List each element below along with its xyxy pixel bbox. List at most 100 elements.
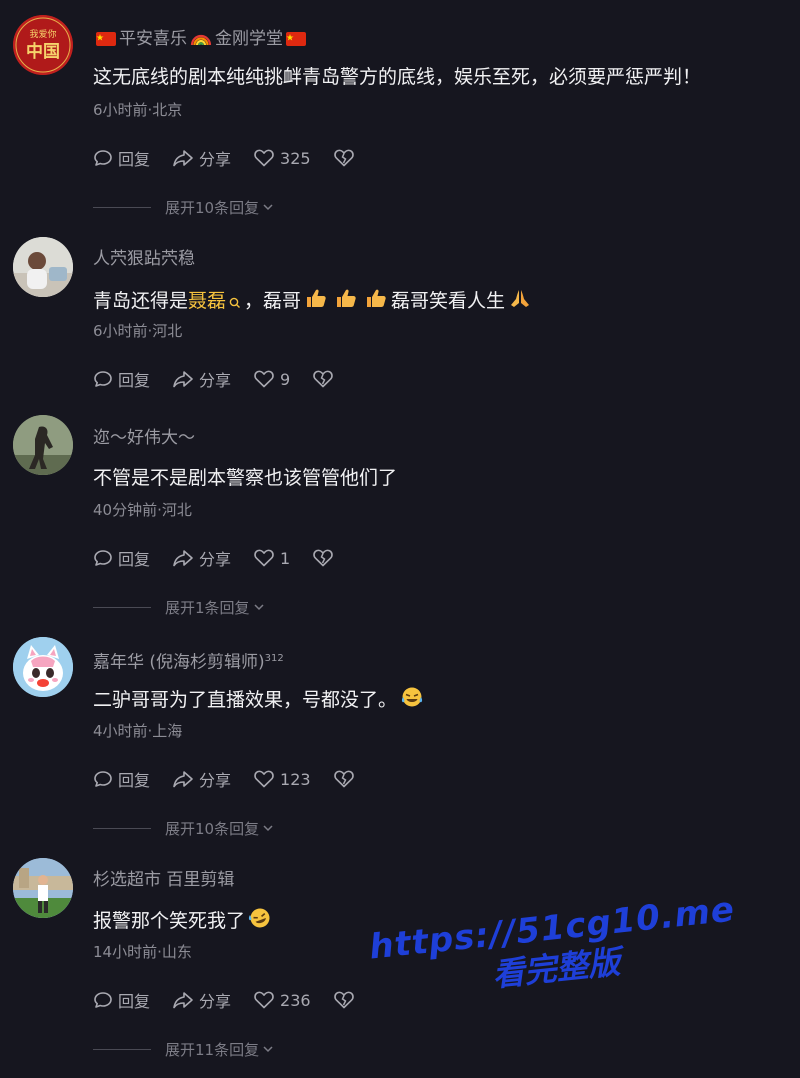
share-button[interactable]: 分享 bbox=[172, 988, 231, 1012]
share-button[interactable]: 分享 bbox=[172, 546, 231, 570]
divider bbox=[93, 1048, 151, 1050]
like-count: 123 bbox=[280, 769, 311, 789]
expand-label: 展开10条回复 bbox=[165, 198, 260, 217]
china-flag-icon bbox=[286, 30, 306, 52]
thumbs-up-icon bbox=[304, 287, 328, 316]
share-icon bbox=[173, 771, 193, 788]
svg-text:中国: 中国 bbox=[26, 41, 60, 62]
avatar-image bbox=[13, 858, 73, 918]
comment-text-part: 报警那个笑死我了 bbox=[93, 910, 246, 932]
avatar[interactable] bbox=[13, 415, 73, 475]
china-flag-icon bbox=[96, 30, 116, 52]
heart-icon bbox=[254, 149, 274, 167]
comment-meta: 6小时前·北京 bbox=[93, 101, 183, 119]
share-button[interactable]: 分享 bbox=[172, 146, 231, 170]
author-name-part: 平安喜乐 bbox=[119, 29, 187, 49]
avatar[interactable] bbox=[13, 237, 73, 297]
comment-meta: 4小时前·上海 bbox=[93, 722, 183, 740]
like-count: 1 bbox=[280, 548, 291, 568]
expand-replies[interactable]: 展开11条回复 bbox=[93, 1039, 275, 1059]
chevron-down-icon bbox=[254, 604, 264, 611]
reply-icon bbox=[94, 771, 112, 787]
thumbs-up-icon bbox=[364, 287, 388, 316]
reply-button[interactable]: 回复 bbox=[93, 546, 150, 570]
share-icon bbox=[173, 992, 193, 1009]
comment-text: 不管是不是剧本警察也该管管他们了 bbox=[93, 467, 398, 489]
share-button[interactable]: 分享 bbox=[172, 767, 231, 791]
svg-text:我爱你: 我爱你 bbox=[29, 28, 56, 40]
avatar[interactable] bbox=[13, 858, 73, 918]
comment-meta: 40分钟前·河北 bbox=[93, 501, 192, 519]
broken-heart-icon bbox=[333, 149, 354, 167]
expand-replies[interactable]: 展开10条回复 bbox=[93, 197, 275, 217]
reply-button[interactable]: 回复 bbox=[93, 767, 150, 791]
like-count: 9 bbox=[280, 369, 291, 389]
comment-text-part: 二驴哥哥为了直播效果，号都没了。 bbox=[93, 689, 398, 711]
reply-label: 回复 bbox=[118, 992, 151, 1011]
dislike-button[interactable] bbox=[312, 369, 339, 389]
reply-icon bbox=[94, 992, 112, 1008]
comment-actions: 回复 分享 236 bbox=[93, 988, 360, 1012]
dislike-button[interactable] bbox=[312, 548, 339, 568]
comment-text: 二驴哥哥为了直播效果，号都没了。 bbox=[93, 686, 427, 715]
share-icon bbox=[173, 150, 193, 167]
comment-text: 这无底线的剧本纯纯挑衅青岛警方的底线，娱乐至死，必须要严惩严判！ bbox=[93, 66, 702, 88]
avatar[interactable] bbox=[13, 637, 73, 697]
avatar-image bbox=[13, 637, 73, 697]
comment-author[interactable]: 人茓狠跕茓稳 bbox=[93, 248, 195, 270]
comment-author[interactable]: 平安喜乐 金刚学堂 bbox=[93, 28, 309, 52]
avatar[interactable]: 我爱你 中国 bbox=[13, 15, 73, 75]
share-icon bbox=[173, 550, 193, 567]
share-label: 分享 bbox=[199, 150, 232, 169]
folded-hands-icon bbox=[508, 287, 532, 316]
comment-actions: 回复 分享 9 bbox=[93, 367, 339, 391]
comment-text-part: 磊哥笑看人生 bbox=[391, 290, 506, 312]
dislike-button[interactable] bbox=[333, 148, 360, 168]
chevron-down-icon bbox=[263, 1046, 273, 1053]
expand-label: 展开11条回复 bbox=[165, 1040, 260, 1059]
reply-button[interactable]: 回复 bbox=[93, 988, 150, 1012]
broken-heart-icon bbox=[333, 770, 354, 788]
divider bbox=[93, 206, 151, 208]
author-name: 嘉年华 (倪海杉剪辑师) bbox=[93, 652, 265, 673]
thumbs-up-icon bbox=[334, 287, 358, 316]
comment-actions: 回复 分享 123 bbox=[93, 767, 360, 791]
comment-author[interactable]: 杉选超市 百里剪辑 bbox=[93, 869, 234, 891]
comment-author[interactable]: 嘉年华 (倪海杉剪辑师)312 bbox=[93, 648, 284, 674]
expand-replies[interactable]: 展开10条回复 bbox=[93, 818, 275, 838]
author-name-part: 金刚学堂 bbox=[215, 29, 283, 49]
heart-icon bbox=[254, 991, 274, 1009]
dislike-button[interactable] bbox=[333, 769, 360, 789]
comment-author[interactable]: 迩～好伟大～ bbox=[93, 427, 195, 449]
broken-heart-icon bbox=[333, 991, 354, 1009]
reply-button[interactable]: 回复 bbox=[93, 367, 150, 391]
avatar-image: 我爱你 中国 bbox=[13, 15, 73, 75]
heart-icon bbox=[254, 770, 274, 788]
like-button[interactable]: 9 bbox=[253, 369, 290, 389]
avatar-image bbox=[13, 237, 73, 297]
share-button[interactable]: 分享 bbox=[172, 367, 231, 391]
like-button[interactable]: 123 bbox=[253, 769, 311, 789]
like-button[interactable]: 325 bbox=[253, 148, 311, 168]
rofl-emoji-icon bbox=[248, 907, 272, 936]
search-highlight-link[interactable]: 聂磊 bbox=[188, 290, 226, 312]
comment-text-part: ，磊哥 bbox=[244, 290, 302, 312]
reply-label: 回复 bbox=[118, 771, 151, 790]
like-button[interactable]: 236 bbox=[253, 990, 311, 1010]
reply-button[interactable]: 回复 bbox=[93, 146, 150, 170]
share-label: 分享 bbox=[199, 992, 232, 1011]
like-button[interactable]: 1 bbox=[253, 548, 290, 568]
like-count: 236 bbox=[280, 990, 311, 1010]
heart-icon bbox=[254, 370, 274, 388]
author-badge-number: 312 bbox=[264, 653, 284, 664]
expand-replies[interactable]: 展开1条回复 bbox=[93, 597, 266, 617]
dislike-button[interactable] bbox=[333, 990, 360, 1010]
expand-label: 展开10条回复 bbox=[165, 819, 260, 838]
search-icon[interactable] bbox=[229, 290, 241, 316]
heart-icon bbox=[254, 549, 274, 567]
broken-heart-icon bbox=[313, 549, 334, 567]
share-icon bbox=[173, 371, 193, 388]
comment-actions: 回复 分享 1 bbox=[93, 546, 339, 570]
broken-heart-icon bbox=[313, 370, 334, 388]
comment-meta: 6小时前·河北 bbox=[93, 322, 183, 340]
